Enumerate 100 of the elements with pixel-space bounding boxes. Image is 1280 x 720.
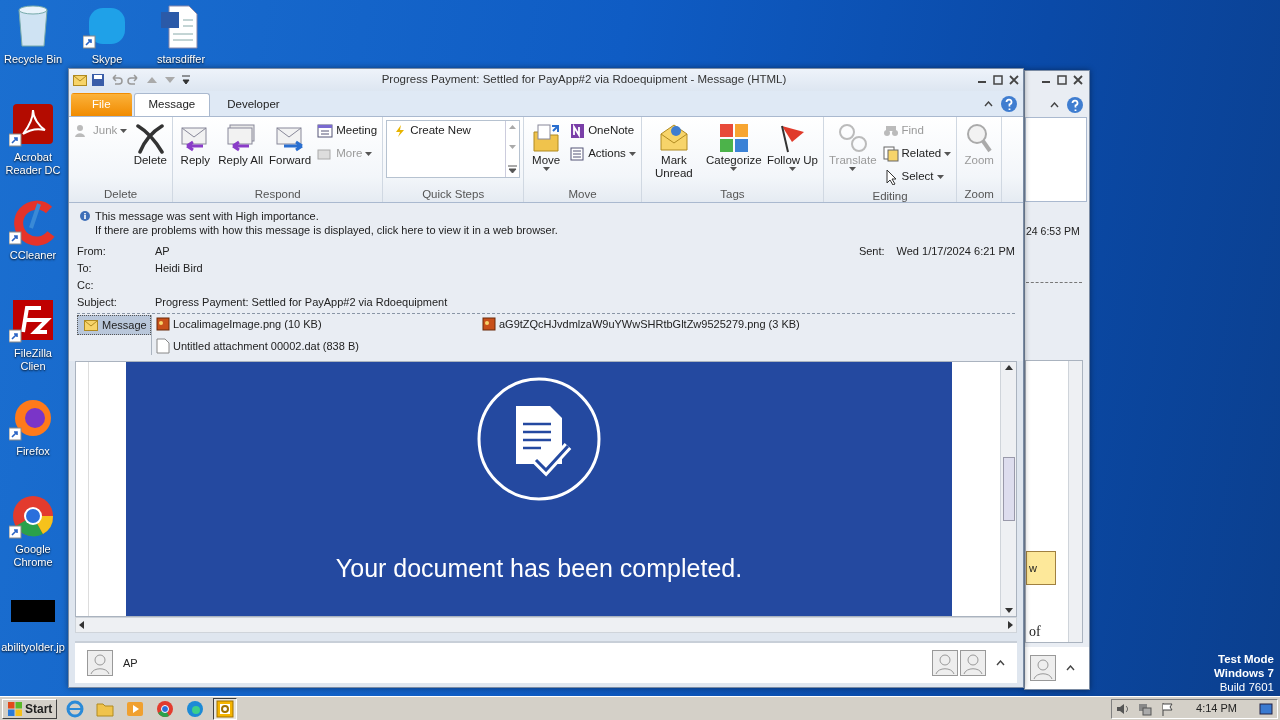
- desktop-icon-label[interactable]: Skype: [91, 53, 123, 66]
- ribbon-button[interactable]: Delete: [131, 120, 170, 169]
- attachment[interactable]: Untitled attachment 00002.dat (838 B): [156, 337, 482, 355]
- envelope-icon: [73, 74, 87, 86]
- desktop-icon-label[interactable]: FileZilla Clien: [0, 347, 66, 373]
- ribbon-group-label: Quick Steps: [421, 187, 486, 202]
- link-button[interactable]: w: [1026, 551, 1056, 586]
- undo-icon: [109, 73, 123, 87]
- person-icon: [1030, 655, 1056, 682]
- document-check-icon: [476, 376, 602, 502]
- caret-icon: [365, 152, 373, 156]
- sent-time: 24 6:53 PM: [1026, 223, 1080, 239]
- ribbon-tab[interactable]: Developer: [212, 93, 295, 116]
- desktop-icon-label[interactable]: starsdiffer: [156, 53, 206, 66]
- expand-icon: [1066, 665, 1075, 672]
- desktop-icon-label[interactable]: CCleaner: [9, 249, 57, 262]
- ribbon-group-label: Editing: [871, 189, 909, 204]
- taskbar-app[interactable]: [213, 697, 238, 720]
- ribbon-group-label: Tags: [719, 187, 746, 202]
- field-value: Progress Payment: Settled for PayApp#2 via Rdoequipment: [155, 295, 448, 311]
- caret-icon: [542, 167, 550, 171]
- scroll-down-icon: [509, 145, 517, 149]
- desktop-icon-label[interactable]: Google Chrome: [0, 543, 66, 569]
- close-icon: [1073, 75, 1083, 85]
- expand-icon: [996, 660, 1005, 666]
- caret-icon: [628, 152, 636, 156]
- field-label: Subject:: [77, 295, 118, 311]
- ribbon-button[interactable]: Follow Up: [764, 120, 820, 173]
- mail-app-icon: [216, 699, 235, 718]
- app-icon[interactable]: [9, 200, 57, 246]
- binoculars-icon: [882, 123, 899, 139]
- ribbon-tab[interactable]: Message: [133, 93, 211, 116]
- envelope-arrow-icon: [224, 122, 257, 154]
- ribbon-group-label: Delete: [103, 187, 139, 202]
- window-title: Progress Payment: Settled for PayApp#2 via Rdoequipment - Message (HTML): [380, 72, 788, 88]
- scroll-up-icon: [509, 125, 517, 129]
- desktop-icon-label[interactable]: abilityolder.jp: [1, 641, 65, 654]
- ribbon-button[interactable]: Forward: [267, 120, 314, 169]
- save-icon: [91, 73, 105, 87]
- person-icon: [87, 650, 113, 676]
- ribbon-button[interactable]: Reply All: [216, 120, 266, 169]
- browser-icon: [66, 699, 85, 718]
- speaker-icon: [1116, 701, 1131, 716]
- caret-icon: [944, 152, 952, 156]
- calendar-icon: [317, 123, 334, 139]
- os-notice: Build 7601: [1218, 680, 1274, 694]
- scrollbar-thumb[interactable]: [1002, 457, 1015, 521]
- maximize-icon: [1057, 75, 1067, 85]
- info-text[interactable]: If there are problems with how this message is displayed, click here to view it in a web browser.: [95, 221, 558, 239]
- desktop-icon-label[interactable]: Acrobat Reader DC: [0, 151, 66, 177]
- field-label: Cc:: [77, 278, 95, 294]
- x-icon: [134, 122, 167, 154]
- close-icon: [1009, 75, 1019, 85]
- expand-gallery-icon: [508, 165, 518, 173]
- maximize-icon: [993, 75, 1003, 85]
- collapse-icon: [1050, 101, 1059, 108]
- start-button[interactable]: Start: [2, 698, 58, 719]
- envelope-icon: [657, 122, 690, 154]
- message-tab[interactable]: Message: [77, 315, 151, 335]
- ribbon-button[interactable]: Related: [880, 143, 954, 165]
- body-text: of: [1028, 623, 1041, 642]
- redo-icon: [127, 73, 141, 87]
- desktop-icon-label[interactable]: Recycle Bin: [3, 53, 63, 66]
- flag-icon: [1160, 701, 1175, 716]
- person-icon: [960, 650, 986, 676]
- browser-icon: [186, 699, 205, 718]
- contact-name[interactable]: AP: [123, 654, 138, 672]
- ribbon-button[interactable]: Categorize: [704, 120, 763, 173]
- ribbon-button[interactable]: Meeting: [315, 120, 380, 142]
- show-desktop-icon: [1259, 701, 1273, 716]
- info-icon: [80, 211, 90, 221]
- horizontal-scrollbar[interactable]: [75, 617, 1017, 633]
- network-icon: [1138, 701, 1153, 716]
- vertical-scrollbar[interactable]: [1068, 361, 1082, 643]
- desktop-icon-label[interactable]: Firefox: [16, 445, 50, 458]
- attachment[interactable]: aG9tZQcHJvdmlzaW9uYWwSHRtbGltZw9525279.png (3 KB): [482, 315, 800, 333]
- windows-logo-icon: [7, 700, 23, 717]
- help-icon: [1001, 96, 1017, 112]
- ribbon-button[interactable]: Mark Unread: [644, 120, 703, 182]
- ribbon-button[interactable]: Select: [880, 166, 954, 188]
- info-text: This message was sent with High importance.: [95, 208, 319, 224]
- ribbon-group-label: Move: [567, 187, 598, 202]
- attachment[interactable]: LocalimageImage.png (10 KB): [156, 315, 482, 333]
- customize-icon: [181, 73, 191, 87]
- ribbon-button[interactable]: Actions: [567, 143, 638, 165]
- image-file-icon: [482, 317, 496, 331]
- vertical-scrollbar[interactable]: [1000, 362, 1016, 616]
- quick-step-item[interactable]: Create New: [391, 123, 502, 139]
- os-notice: Windows 7: [1214, 666, 1274, 680]
- ribbon-button[interactable]: Reply: [176, 120, 215, 169]
- help-icon: [1067, 96, 1083, 113]
- image-file-icon: [156, 317, 170, 331]
- ribbon-button[interactable]: Move: [527, 120, 566, 173]
- color-grid-icon: [717, 122, 750, 154]
- ribbon-button[interactable]: OneNote: [567, 120, 638, 142]
- field-label: Sent:: [858, 244, 885, 260]
- list-icon: [569, 146, 586, 162]
- field-label: To:: [77, 261, 93, 277]
- ribbon-group-label: Respond: [253, 187, 302, 202]
- field-value: Wed 1/17/2024 6:21 PM: [896, 244, 1015, 260]
